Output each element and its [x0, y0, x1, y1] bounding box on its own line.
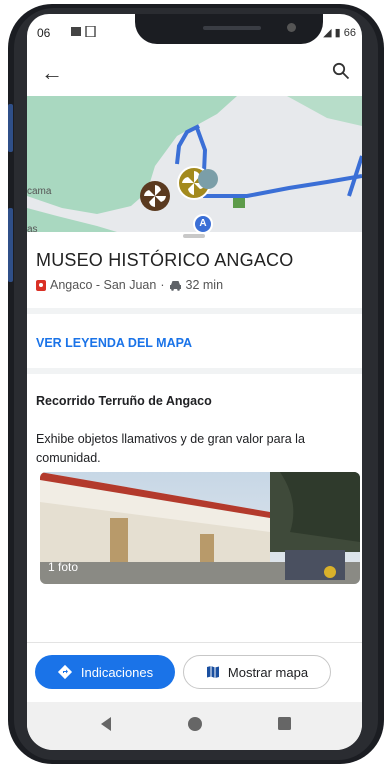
- place-photo[interactable]: 1 foto: [40, 472, 360, 584]
- app-bar: ←: [27, 58, 362, 98]
- image-icon: [71, 25, 96, 38]
- show-map-button[interactable]: Mostrar mapa: [183, 655, 331, 689]
- camera-notch: [135, 14, 323, 44]
- place-subtitle: Angaco - San Juan · 32 min: [36, 278, 223, 292]
- car-icon: [169, 280, 181, 291]
- tour-description: Exhibe objetos llamativos y de gran valo…: [36, 432, 305, 465]
- nav-recents-icon[interactable]: [277, 716, 292, 731]
- map-legend-link[interactable]: VER LEYENDA DEL MAPA: [36, 336, 192, 350]
- directions-button[interactable]: Indicaciones: [35, 655, 175, 689]
- power-button: [8, 208, 13, 282]
- speaker-grille: [203, 26, 261, 30]
- museum-photo-image: [40, 472, 360, 584]
- search-icon[interactable]: [332, 62, 350, 85]
- directions-icon: [57, 664, 72, 680]
- front-camera: [287, 23, 296, 32]
- tour-title: Recorrido Terruño de Angaco: [36, 394, 212, 408]
- notification-icons: [71, 25, 99, 40]
- secondary-marker-icon[interactable]: [197, 168, 219, 190]
- place-location: Angaco - San Juan: [50, 278, 157, 292]
- directions-label: Indicaciones: [80, 664, 154, 680]
- volume-button: [8, 104, 13, 152]
- place-title: MUSEO HISTÓRICO ANGACO: [36, 250, 294, 270]
- museum-marker-icon[interactable]: [139, 180, 171, 212]
- system-nav-bar: [27, 702, 362, 750]
- travel-time: 32 min: [185, 278, 224, 292]
- status-time: 06: [37, 26, 51, 40]
- map-label-cama: cama: [27, 186, 52, 197]
- phone-screen: 06 ◢ ▮ 66 ← cama as A MUSEO HISTÓRICO AN…: [27, 14, 362, 750]
- map-canvas: [27, 96, 362, 232]
- map-icon: [206, 666, 219, 678]
- sheet-drag-handle[interactable]: [183, 234, 205, 238]
- nav-home-icon[interactable]: [187, 716, 203, 732]
- back-arrow-icon[interactable]: ←: [41, 60, 63, 86]
- status-right: ◢ ▮ 66: [323, 27, 356, 39]
- location-pin-icon: [36, 279, 46, 291]
- map-label-as: as: [27, 224, 38, 232]
- show-map-label: Mostrar mapa: [227, 664, 309, 680]
- photo-count: 1 foto: [48, 560, 79, 574]
- section-divider: [27, 308, 362, 314]
- subtitle-separator: ·: [160, 278, 165, 292]
- action-bar: Indicaciones Mostrar mapa: [27, 642, 362, 691]
- route-map[interactable]: cama as A: [27, 96, 362, 232]
- nav-back-icon[interactable]: [99, 716, 113, 732]
- section-divider: [27, 368, 362, 374]
- route-start-marker[interactable]: A: [193, 214, 213, 232]
